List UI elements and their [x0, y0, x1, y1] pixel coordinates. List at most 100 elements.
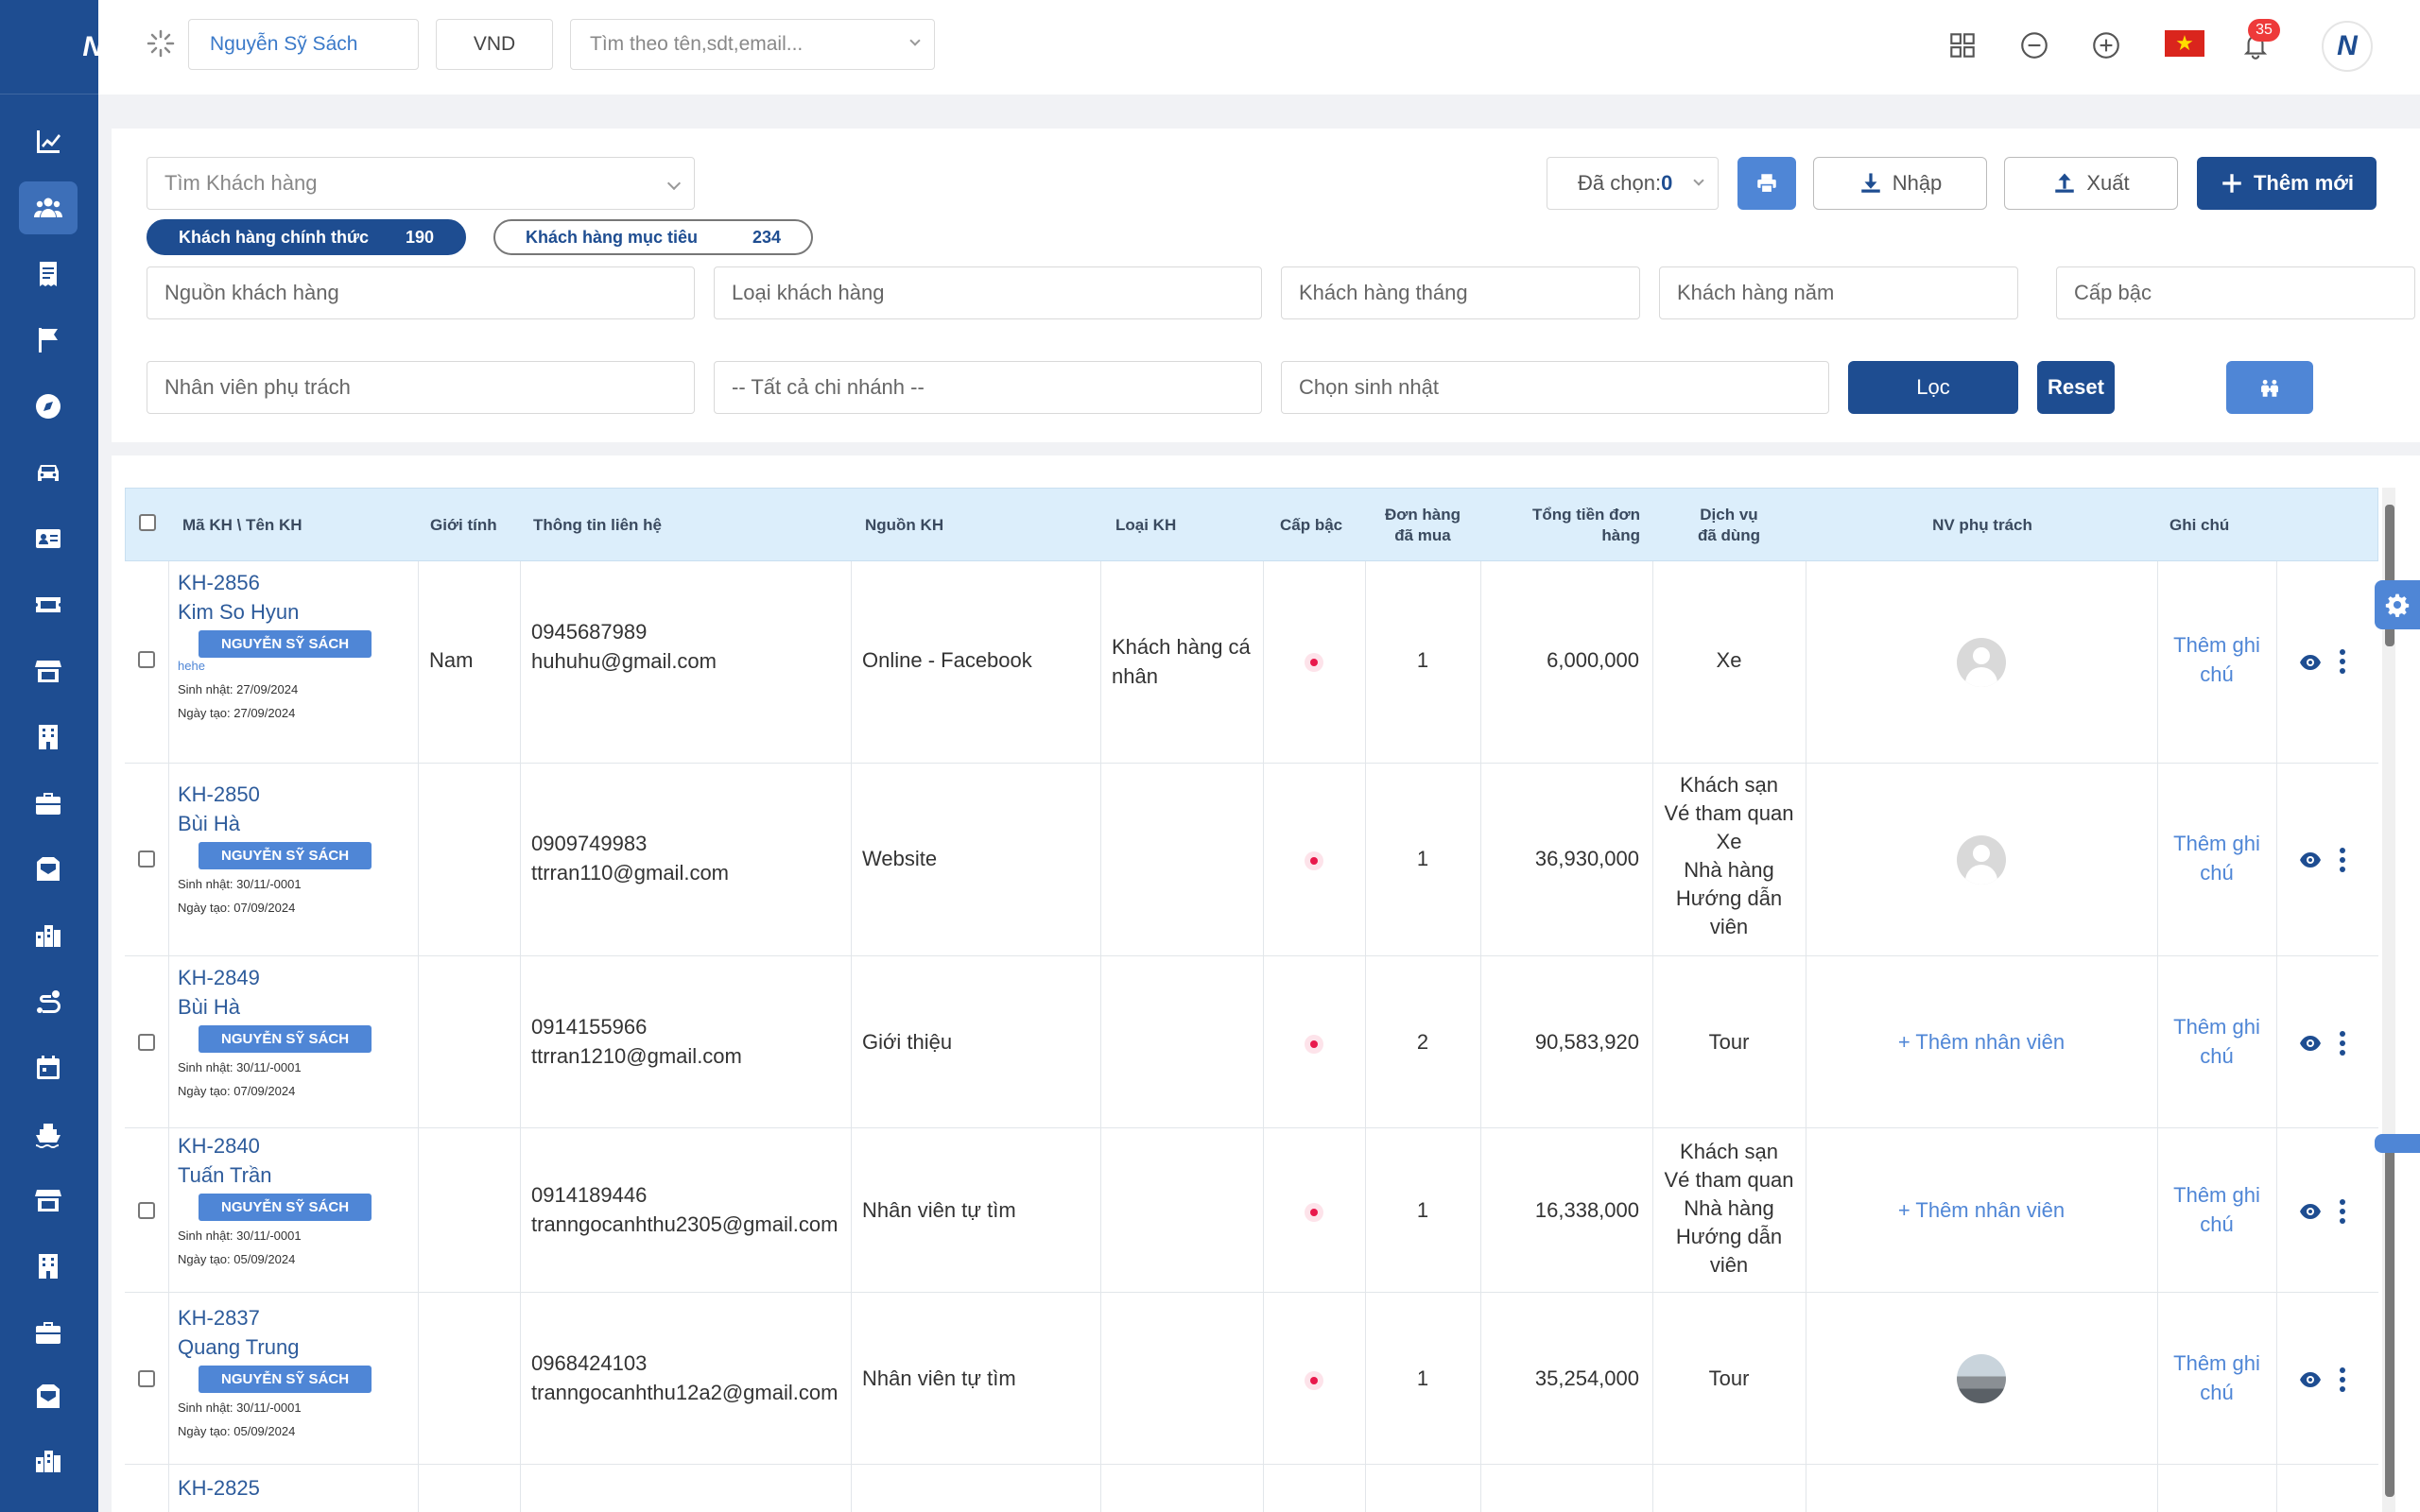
- staff-photo-avatar[interactable]: [1957, 1354, 2006, 1403]
- add-staff-link[interactable]: + Thêm nhân viên: [1806, 1196, 2157, 1226]
- calendar-icon[interactable]: [19, 1041, 78, 1094]
- receipt-icon[interactable]: [19, 248, 78, 301]
- customer-year-select[interactable]: Khách hàng năm: [1659, 266, 2018, 319]
- currency-selector[interactable]: VND: [436, 19, 553, 70]
- header-code-name[interactable]: Mã KH \ Tên KH: [182, 489, 302, 562]
- add-new-button[interactable]: Thêm mới: [2197, 157, 2377, 210]
- tab-target-customers[interactable]: Khách hàng mục tiêu 234: [493, 219, 813, 255]
- building-icon[interactable]: [19, 711, 78, 764]
- select-all-checkbox[interactable]: [139, 514, 156, 531]
- store-icon[interactable]: [19, 1174, 78, 1227]
- grid-apps-icon[interactable]: [1944, 26, 1981, 64]
- user-selector[interactable]: Nguyễn Sỹ Sách: [188, 19, 419, 70]
- filter-button[interactable]: Lọc: [1848, 361, 2018, 414]
- mail-box-icon[interactable]: [19, 843, 78, 896]
- customer-search-select[interactable]: Tìm Khách hàng: [147, 157, 695, 210]
- customer-code-link[interactable]: KH-2840: [178, 1132, 414, 1161]
- vietnam-flag-icon[interactable]: ★: [2165, 30, 2204, 57]
- header-staff[interactable]: NV phụ trách: [1806, 489, 2158, 562]
- row-checkbox[interactable]: [138, 1034, 155, 1051]
- table-row[interactable]: KH-2840 Tuấn Trần NGUYỄN SỸ SÁCH Sinh nh…: [125, 1128, 2378, 1293]
- header-source[interactable]: Nguồn KH: [865, 489, 943, 562]
- sidebar-logo[interactable]: N: [0, 0, 98, 94]
- eye-icon[interactable]: [2299, 1032, 2322, 1055]
- route-icon[interactable]: [19, 975, 78, 1028]
- tab-official-customers[interactable]: Khách hàng chính thức 190: [147, 219, 466, 255]
- header-contact[interactable]: Thông tin liên hệ: [533, 489, 662, 562]
- header-note[interactable]: Ghi chú: [2169, 489, 2229, 562]
- eye-icon[interactable]: [2299, 1368, 2322, 1391]
- header-total[interactable]: Tổng tiền đơn hàng: [1481, 489, 1640, 562]
- table-scroll-thumb-secondary[interactable]: [2385, 1138, 2394, 1497]
- add-staff-link[interactable]: + Thêm nhân viên: [1806, 1028, 2157, 1057]
- flag-icon[interactable]: [19, 314, 78, 367]
- customer-month-select[interactable]: Khách hàng tháng: [1281, 266, 1640, 319]
- global-search-select[interactable]: Tìm theo tên,sdt,email...: [570, 19, 935, 70]
- rank-select[interactable]: Cấp bậc: [2056, 266, 2415, 319]
- header-gender[interactable]: Giới tính: [430, 489, 497, 562]
- add-note-link[interactable]: Thêm ghi chú: [2157, 631, 2276, 690]
- customer-name-link[interactable]: Bùi Hà: [178, 810, 414, 839]
- row-checkbox[interactable]: [138, 1370, 155, 1387]
- briefcase-icon[interactable]: [19, 777, 78, 830]
- row-checkbox[interactable]: [138, 1202, 155, 1219]
- staff-avatar[interactable]: [1957, 638, 2006, 687]
- group-users-button[interactable]: [2226, 361, 2313, 414]
- staff-avatar[interactable]: [1957, 835, 2006, 885]
- more-vertical-icon[interactable]: [2339, 648, 2346, 675]
- add-note-link[interactable]: Thêm ghi chú: [2157, 830, 2276, 888]
- more-vertical-icon[interactable]: [2339, 847, 2346, 873]
- user-avatar[interactable]: N: [2322, 21, 2373, 72]
- header-services[interactable]: Dịch vụ đã dùng: [1653, 489, 1805, 562]
- building-icon[interactable]: [19, 1240, 78, 1293]
- compass-icon[interactable]: [19, 380, 78, 433]
- more-vertical-icon[interactable]: [2339, 1030, 2346, 1057]
- header-rank[interactable]: Cấp bậc: [1280, 489, 1342, 562]
- add-note-link[interactable]: Thêm ghi chú: [2157, 1181, 2276, 1240]
- eye-icon[interactable]: [2299, 1200, 2322, 1223]
- zoom-out-icon[interactable]: [2015, 26, 2053, 64]
- chart-line-icon[interactable]: [19, 115, 78, 168]
- city-icon[interactable]: [19, 909, 78, 962]
- customer-type-select[interactable]: Loại khách hàng: [714, 266, 1262, 319]
- city-icon[interactable]: [19, 1435, 78, 1487]
- table-row[interactable]: KH-2849 Bùi Hà NGUYỄN SỸ SÁCH Sinh nhật:…: [125, 956, 2378, 1128]
- customer-code-link[interactable]: KH-2850: [178, 781, 414, 810]
- birthday-picker[interactable]: Chọn sinh nhật: [1281, 361, 1829, 414]
- customer-name-link[interactable]: Bùi Hà: [178, 993, 414, 1022]
- selected-count-dropdown[interactable]: Đã chọn: 0: [1547, 157, 1719, 210]
- customer-code-link[interactable]: KH-2837: [178, 1304, 414, 1333]
- staff-in-charge-select[interactable]: Nhân viên phụ trách: [147, 361, 695, 414]
- customer-name-link[interactable]: Kim So Hyun: [178, 598, 414, 627]
- store-icon[interactable]: [19, 644, 78, 697]
- users-icon[interactable]: [19, 181, 78, 234]
- ticket-icon[interactable]: [19, 578, 78, 631]
- customer-source-select[interactable]: Nguồn khách hàng: [147, 266, 695, 319]
- print-button[interactable]: [1737, 157, 1796, 210]
- id-card-icon[interactable]: [19, 512, 78, 565]
- add-note-link[interactable]: Thêm ghi chú: [2157, 1013, 2276, 1072]
- customer-code-link[interactable]: KH-2825: [178, 1474, 260, 1503]
- settings-side-tab[interactable]: [2375, 580, 2420, 629]
- side-collapse-tab[interactable]: [2375, 1134, 2420, 1153]
- eye-icon[interactable]: [2299, 849, 2322, 871]
- export-button[interactable]: Xuất: [2004, 157, 2178, 210]
- briefcase-icon[interactable]: [19, 1306, 78, 1359]
- ship-icon[interactable]: [19, 1108, 78, 1160]
- header-orders[interactable]: Đơn hàng đã mua: [1366, 489, 1479, 562]
- import-button[interactable]: Nhập: [1813, 157, 1987, 210]
- table-row[interactable]: KH-2837 Quang Trung NGUYỄN SỸ SÁCH Sinh …: [125, 1293, 2378, 1465]
- customer-name-link[interactable]: Tuấn Trần: [178, 1161, 414, 1191]
- customer-code-link[interactable]: KH-2856: [178, 569, 414, 598]
- table-row[interactable]: KH-2825: [125, 1465, 2378, 1512]
- header-type[interactable]: Loại KH: [1115, 489, 1176, 562]
- eye-icon[interactable]: [2299, 651, 2322, 674]
- customer-code-link[interactable]: KH-2849: [178, 964, 414, 993]
- mail-box-icon[interactable]: [19, 1370, 78, 1423]
- more-vertical-icon[interactable]: [2339, 1366, 2346, 1393]
- table-row[interactable]: KH-2850 Bùi Hà NGUYỄN SỸ SÁCH Sinh nhật:…: [125, 764, 2378, 956]
- add-note-link[interactable]: Thêm ghi chú: [2157, 1349, 2276, 1408]
- more-vertical-icon[interactable]: [2339, 1198, 2346, 1225]
- branch-select[interactable]: -- Tất cả chi nhánh --: [714, 361, 1262, 414]
- car-icon[interactable]: [19, 446, 78, 499]
